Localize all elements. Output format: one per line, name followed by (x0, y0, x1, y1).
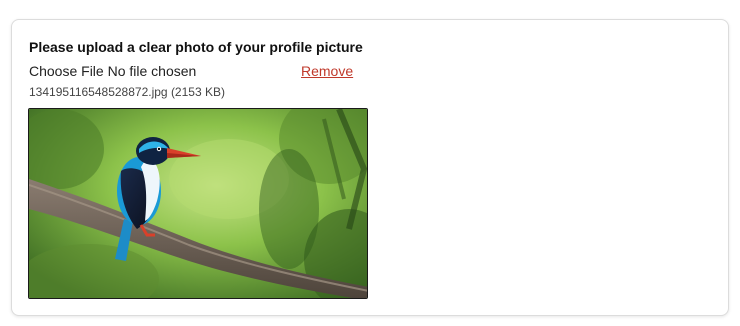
upload-card: Please upload a clear photo of your prof… (11, 19, 729, 316)
file-info: 134195116548528872.jpg (2153 KB) (29, 85, 225, 99)
choose-file-button[interactable]: Choose File (29, 63, 104, 79)
kingfisher-photo (29, 109, 367, 298)
image-preview (28, 108, 368, 299)
no-file-chosen-text: No file chosen (107, 63, 197, 79)
file-name: 134195116548528872.jpg (29, 85, 168, 99)
upload-title: Please upload a clear photo of your prof… (29, 39, 363, 55)
file-size: (2153 KB) (170, 85, 225, 99)
file-input[interactable]: Choose File No file chosen (29, 63, 196, 79)
remove-link[interactable]: Remove (301, 63, 353, 79)
